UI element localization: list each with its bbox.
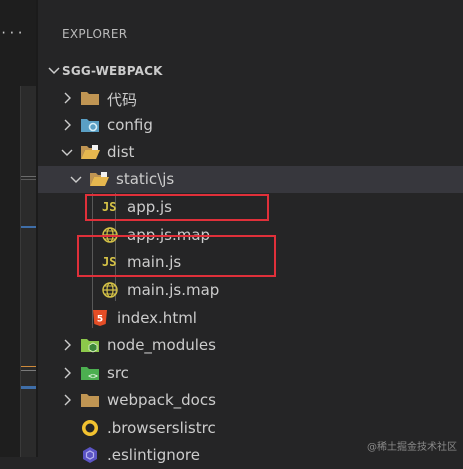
- src-folder-icon: <>: [81, 367, 99, 381]
- tree-item-label: webpack_docs: [107, 391, 216, 409]
- tree-item-label: .eslintignore: [107, 446, 200, 464]
- tree-item-label: main.js.map: [127, 281, 220, 299]
- eslint-icon: [83, 447, 97, 463]
- more-actions-icon[interactable]: ···: [0, 26, 25, 40]
- tree-folder-config[interactable]: config: [38, 112, 463, 139]
- node-folder-icon: [81, 339, 99, 353]
- chevron-down-icon: [61, 149, 73, 156]
- svg-text:5: 5: [97, 315, 103, 325]
- highlight-box-main-js: [77, 235, 276, 277]
- tree-item-label: static\js: [116, 170, 175, 188]
- tree-folder-static-js[interactable]: static\js: [38, 166, 463, 193]
- folder-icon: [81, 394, 99, 407]
- project-name: SGG-WEBPACK: [62, 64, 163, 78]
- highlight-box-app-js: [85, 194, 269, 221]
- svg-text:<>: <>: [88, 372, 98, 381]
- tree-file-main-js-map[interactable]: main.js.map: [38, 277, 463, 304]
- tree-item-label: node_modules: [107, 336, 216, 354]
- chevron-down-icon: [48, 67, 60, 75]
- tree-folder-daima[interactable]: 代码: [38, 85, 463, 112]
- tree-item-label: dist: [107, 143, 135, 161]
- folder-open-icon: [90, 172, 109, 186]
- dist-folder-open-icon: [81, 145, 100, 159]
- folder-icon: [81, 92, 99, 105]
- browserslist-icon: [82, 420, 98, 436]
- tree-folder-dist[interactable]: dist: [38, 139, 463, 166]
- tree-item-label: 代码: [107, 91, 138, 109]
- config-folder-icon: [81, 119, 99, 132]
- tree-folder-src[interactable]: <> src: [38, 360, 463, 387]
- tree-item-label: index.html: [117, 309, 197, 327]
- tree-file-index-html[interactable]: 5 index.html: [38, 305, 463, 332]
- tree-folder-node-modules[interactable]: node_modules: [38, 332, 463, 359]
- chevron-down-icon: [70, 176, 82, 183]
- html5-icon: 5: [93, 310, 107, 326]
- map-file-globe-icon: [102, 282, 118, 298]
- watermark: @稀土掘金技术社区: [367, 442, 457, 453]
- explorer-title: EXPLORER: [62, 27, 128, 41]
- tree-folder-webpack-docs[interactable]: webpack_docs: [38, 387, 463, 414]
- chevron-right-icon: [64, 339, 71, 351]
- editor-area-edge: ···: [0, 0, 36, 457]
- tree-item-label: .browserslistrc: [107, 419, 216, 437]
- chevron-right-icon: [64, 92, 71, 104]
- project-section-header[interactable]: SGG-WEBPACK: [38, 58, 463, 84]
- tree-item-label: config: [107, 116, 153, 134]
- minimap[interactable]: [20, 86, 36, 457]
- chevron-right-icon: [64, 367, 71, 379]
- chevron-right-icon: [64, 119, 71, 131]
- explorer-sidebar: EXPLORER SGG-WEBPACK 代码 config dist stat…: [38, 0, 463, 464]
- chevron-right-icon: [64, 394, 71, 406]
- tree-item-label: src: [107, 364, 129, 382]
